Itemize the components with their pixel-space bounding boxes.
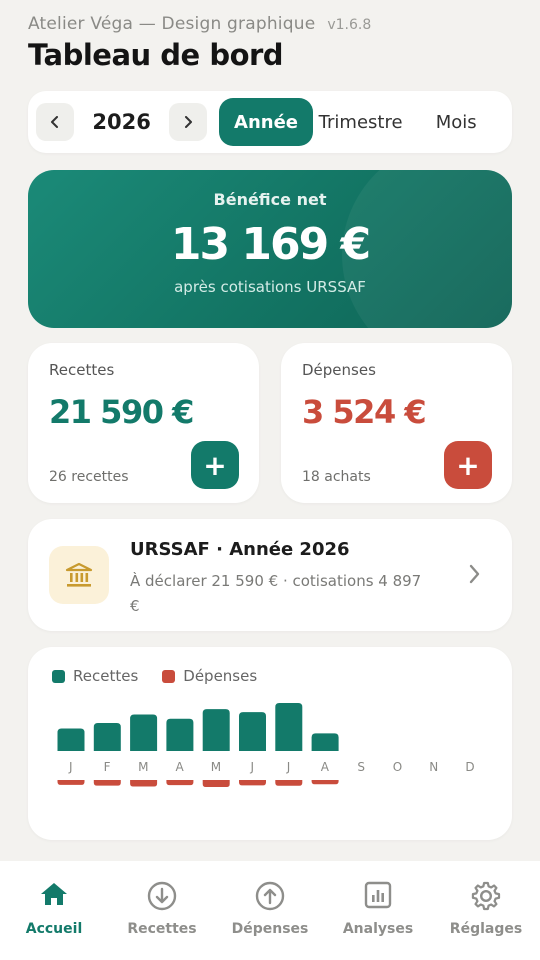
profit-label: Bénéfice net <box>213 190 327 209</box>
month-label-8: S <box>357 760 365 774</box>
month-label-9: O <box>393 760 403 774</box>
gear-icon <box>471 881 501 911</box>
bar-depenses-1 <box>93 780 121 786</box>
nav-label-analyses: Analyses <box>342 921 414 937</box>
app-version: v1.6.8 <box>327 17 372 33</box>
chevron-left-icon <box>50 116 58 128</box>
app-name: Atelier Véga — Design graphique <box>28 14 316 34</box>
monthly-bar-chart: JFMAMJJASOND <box>57 703 475 787</box>
nav-item-reglages[interactable]: Réglages <box>432 861 540 960</box>
tab-trimestre[interactable]: Trimestre <box>313 98 409 146</box>
expense-value: 3 524 € <box>302 393 427 431</box>
chevron-right-icon <box>185 116 193 128</box>
nav-label-accueil: Accueil <box>25 921 83 937</box>
month-label-11: D <box>465 760 475 774</box>
month-label-10: N <box>429 760 438 774</box>
profit-value: 13 169 € <box>170 219 371 270</box>
urssaf-title: URSSAF · Année 2026 <box>130 539 350 560</box>
monthly-chart-card: Recettes Dépenses JFMAMJJASOND <box>28 647 512 840</box>
income-value: 21 590 € <box>49 393 194 431</box>
bar-recettes-1 <box>93 723 121 751</box>
bar-chart-icon <box>364 881 392 909</box>
month-label-4: M <box>211 760 222 774</box>
month-label-3: A <box>176 760 185 774</box>
bar-recettes-5 <box>239 712 266 751</box>
arrow-down-circle-icon <box>147 881 177 911</box>
urssaf-card[interactable]: URSSAF · Année 2026 À déclarer 21 590 € … <box>28 519 512 631</box>
period-selector: 2026 Année Trimestre Mois <box>28 91 512 153</box>
bar-recettes-4 <box>202 709 230 751</box>
expense-card[interactable]: Dépenses 3 524 € 18 achats + <box>281 343 512 503</box>
arrow-up-circle-icon <box>255 881 285 911</box>
bar-depenses-4 <box>202 780 230 787</box>
prev-year-button[interactable] <box>36 103 74 141</box>
bottom-nav: Accueil Recettes Dépenses Analyses Régla… <box>0 861 540 960</box>
bar-depenses-2 <box>130 780 158 787</box>
income-card[interactable]: Recettes 21 590 € 26 recettes + <box>28 343 259 503</box>
bar-depenses-6 <box>275 780 303 786</box>
bank-icon-tile <box>49 546 109 604</box>
income-count: 26 recettes <box>49 469 129 485</box>
tab-mois[interactable]: Mois <box>408 98 504 146</box>
month-label-5: J <box>249 760 254 774</box>
bar-recettes-6 <box>275 703 303 751</box>
nav-label-depenses: Dépenses <box>231 921 309 937</box>
nav-item-analyses[interactable]: Analyses <box>324 861 432 960</box>
bar-depenses-0 <box>57 780 85 785</box>
bar-recettes-7 <box>311 733 339 751</box>
page-title: Tableau de bord <box>28 38 284 72</box>
add-expense-button[interactable]: + <box>444 441 492 489</box>
nav-item-accueil[interactable]: Accueil <box>0 861 108 960</box>
month-label-2: M <box>138 760 149 774</box>
bar-recettes-0 <box>57 728 85 751</box>
expense-label: Dépenses <box>302 361 376 379</box>
month-label-6: J <box>286 760 291 774</box>
year-value: 2026 <box>92 110 151 134</box>
nav-label-recettes: Recettes <box>127 921 197 937</box>
net-profit-card: Bénéfice net 13 169 € après cotisations … <box>28 170 512 328</box>
urssaf-description: À déclarer 21 590 € · cotisations 4 897 … <box>130 572 422 615</box>
nav-item-recettes[interactable]: Recettes <box>108 861 216 960</box>
month-label-0: J <box>68 760 73 774</box>
bank-icon <box>65 562 93 587</box>
tab-annee[interactable]: Année <box>219 98 313 146</box>
bar-recettes-2 <box>130 714 158 751</box>
header: Atelier Véga — Design graphique v1.6.8 T… <box>28 14 520 72</box>
expense-count: 18 achats <box>302 469 371 485</box>
bar-recettes-3 <box>166 718 194 751</box>
next-year-button[interactable] <box>169 103 208 141</box>
profit-subtitle: après cotisations URSSAF <box>174 278 366 296</box>
nav-item-depenses[interactable]: Dépenses <box>216 861 324 960</box>
add-income-button[interactable]: + <box>191 441 239 489</box>
home-icon <box>41 883 67 905</box>
nav-label-reglages: Réglages <box>449 921 523 937</box>
chevron-right-icon <box>469 564 480 584</box>
bar-depenses-7 <box>311 780 339 785</box>
income-label: Recettes <box>49 361 115 379</box>
month-label-7: A <box>321 760 330 774</box>
month-label-1: F <box>104 760 111 774</box>
bar-depenses-5 <box>239 780 266 786</box>
bar-depenses-3 <box>166 780 194 786</box>
